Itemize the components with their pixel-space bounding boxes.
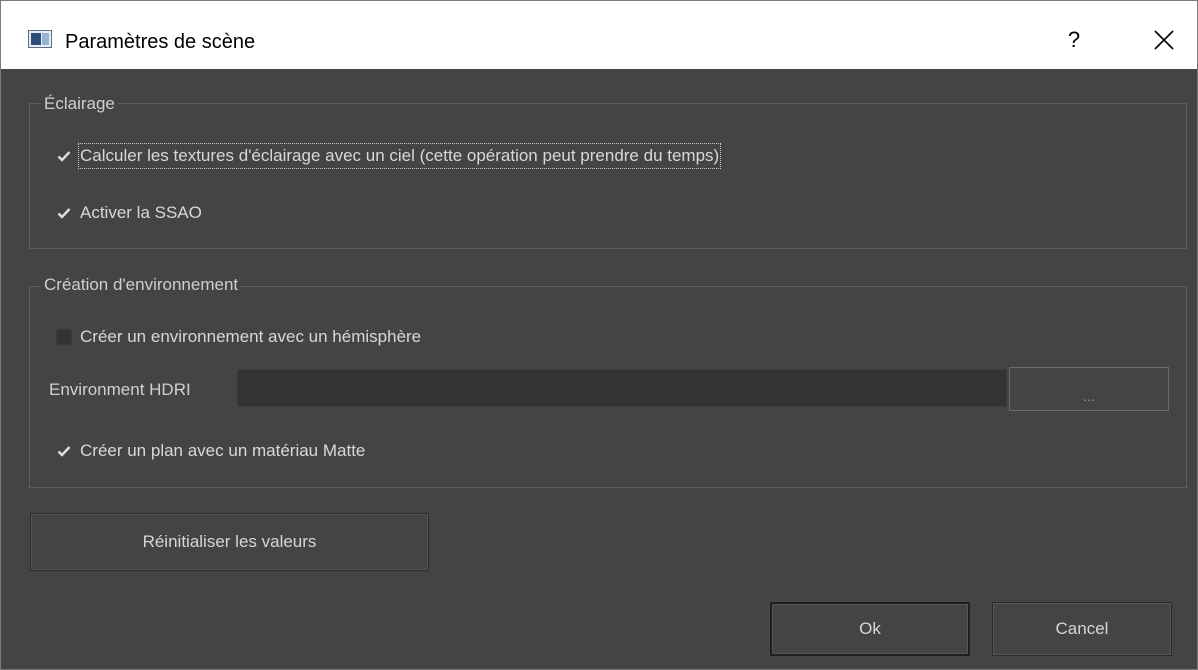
ssao-label: Activer la SSAO xyxy=(80,203,202,222)
reset-values-button[interactable]: Réinitialiser les valeurs xyxy=(30,513,429,571)
hemisphere-checkbox[interactable] xyxy=(56,329,72,345)
app-window-icon xyxy=(28,30,52,48)
environment-group-title: Création d'environnement xyxy=(41,275,242,295)
browse-hdri-button[interactable]: ... xyxy=(1009,367,1169,411)
hdri-label: Environment HDRI xyxy=(49,380,191,399)
matte-plane-checkbox[interactable] xyxy=(56,443,72,459)
ssao-checkbox[interactable] xyxy=(56,205,72,221)
checkmark-icon xyxy=(57,446,71,457)
help-button[interactable]: ? xyxy=(1059,23,1089,57)
sky-lighting-label: Calculer les textures d'éclairage avec u… xyxy=(77,143,722,169)
title-bar[interactable]: Paramètres de scène ? xyxy=(1,1,1197,69)
cancel-button[interactable]: Cancel xyxy=(992,602,1172,656)
scene-settings-dialog: Paramètres de scène ? Éclairage Calculer… xyxy=(0,0,1198,670)
lighting-group xyxy=(29,103,1187,249)
hemisphere-label: Créer un environnement avec un hémisphèr… xyxy=(80,327,422,346)
checkmark-icon xyxy=(57,151,71,162)
hemisphere-option[interactable]: Créer un environnement avec un hémisphèr… xyxy=(56,326,421,348)
sky-lighting-option[interactable]: Calculer les textures d'éclairage avec u… xyxy=(56,143,722,169)
close-icon xyxy=(1154,30,1174,50)
sky-lighting-checkbox[interactable] xyxy=(56,148,72,164)
ok-button[interactable]: Ok xyxy=(770,602,970,656)
lighting-group-title: Éclairage xyxy=(41,94,118,114)
ssao-option[interactable]: Activer la SSAO xyxy=(56,202,202,224)
dialog-title: Paramètres de scène xyxy=(65,31,256,53)
matte-plane-option[interactable]: Créer un plan avec un matériau Matte xyxy=(56,440,365,462)
close-button[interactable] xyxy=(1147,23,1181,57)
hdri-path-field[interactable] xyxy=(237,369,1007,407)
matte-plane-label: Créer un plan avec un matériau Matte xyxy=(80,441,366,460)
checkmark-icon xyxy=(57,208,71,219)
